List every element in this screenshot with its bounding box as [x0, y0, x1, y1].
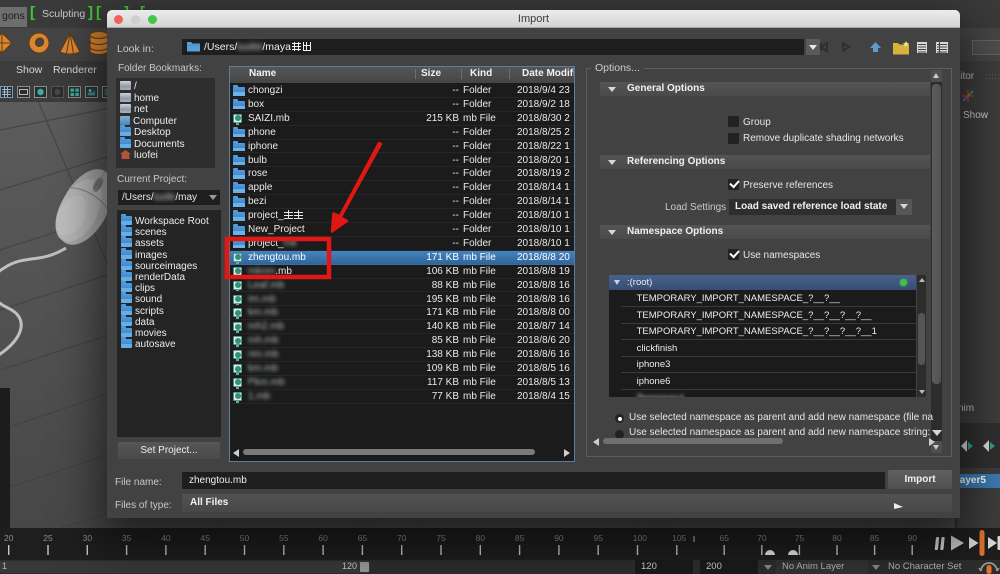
svg-text:20: 20 — [4, 533, 14, 543]
svg-text:55: 55 — [279, 533, 289, 543]
svg-text:90: 90 — [554, 533, 564, 543]
svg-text:85: 85 — [870, 533, 880, 543]
svg-text:70: 70 — [397, 533, 407, 543]
svg-text:60: 60 — [318, 533, 328, 543]
svg-text:50: 50 — [240, 533, 250, 543]
svg-text:80: 80 — [832, 533, 842, 543]
svg-text:25: 25 — [43, 533, 53, 543]
svg-text:75: 75 — [436, 533, 446, 543]
svg-text:75: 75 — [795, 533, 805, 543]
svg-text:80: 80 — [476, 533, 486, 543]
svg-text:105: 105 — [672, 533, 686, 543]
svg-text:65: 65 — [720, 533, 730, 543]
svg-text:35: 35 — [122, 533, 132, 543]
svg-text:100: 100 — [633, 533, 647, 543]
svg-text:90: 90 — [908, 533, 918, 543]
svg-text:45: 45 — [201, 533, 211, 543]
svg-text:85: 85 — [515, 533, 525, 543]
svg-text:40: 40 — [161, 533, 171, 543]
svg-text:95: 95 — [594, 533, 604, 543]
svg-text:30: 30 — [83, 533, 93, 543]
svg-text:65: 65 — [358, 533, 368, 543]
svg-text:70: 70 — [757, 533, 767, 543]
